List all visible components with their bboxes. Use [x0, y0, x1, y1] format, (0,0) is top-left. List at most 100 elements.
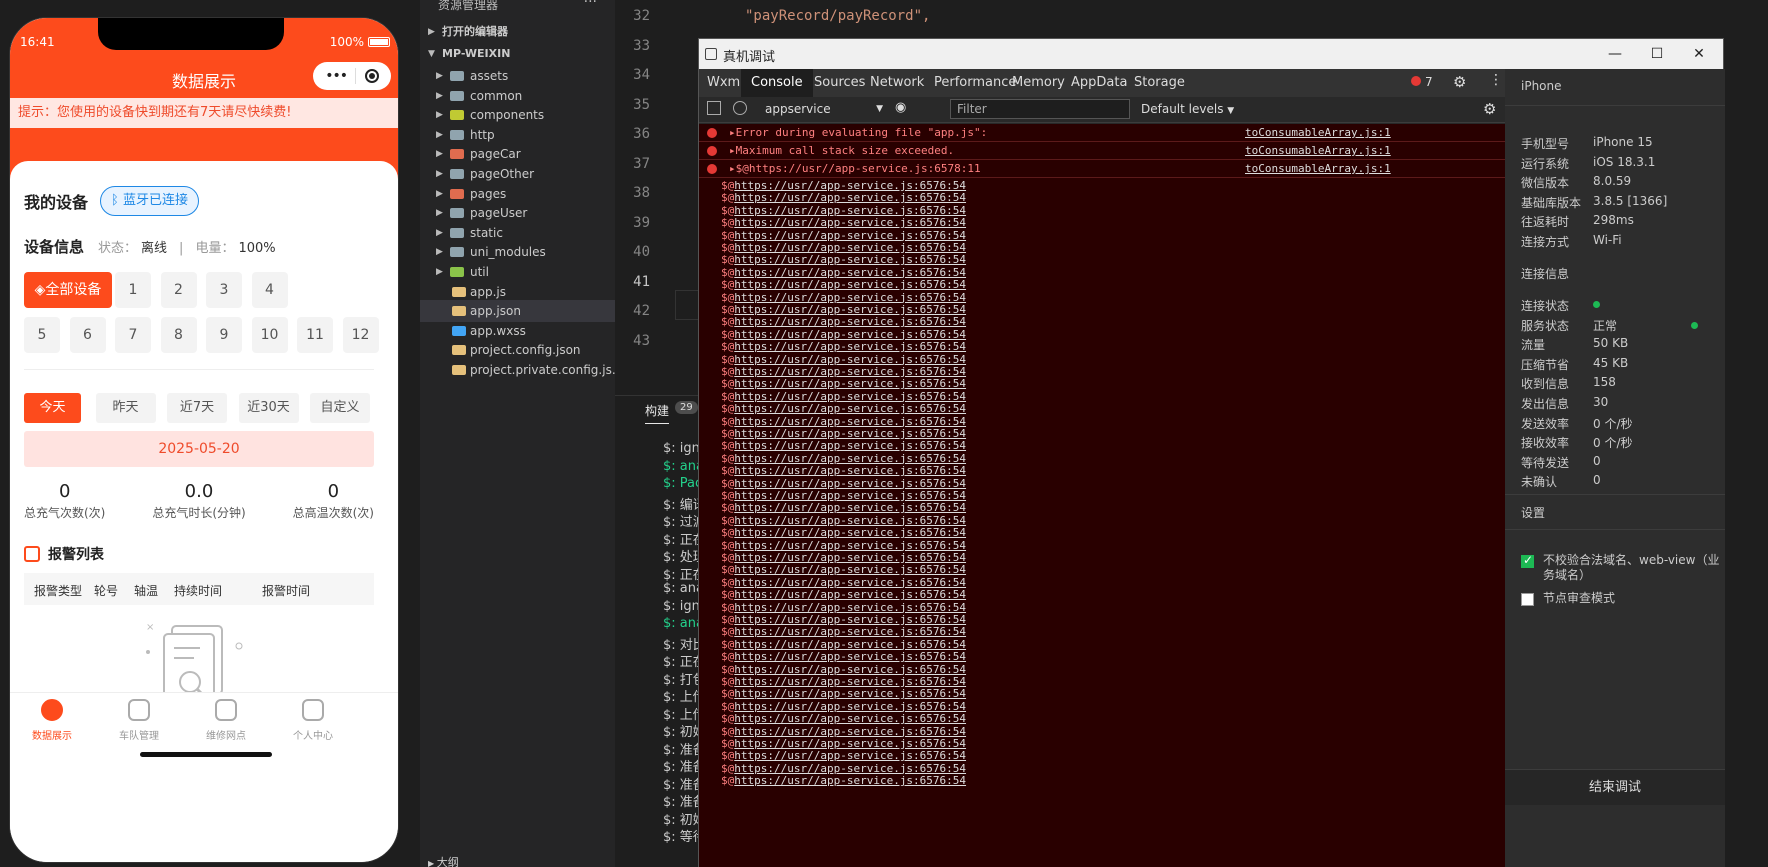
device-button-5[interactable]: 5: [24, 317, 60, 353]
stack-link[interactable]: https://usr//app-service.js:6576:54: [734, 501, 966, 514]
tab-performance[interactable]: Performance: [934, 69, 1016, 97]
stack-link[interactable]: https://usr//app-service.js:6576:54: [734, 464, 966, 477]
stack-link[interactable]: https://usr//app-service.js:6576:54: [734, 415, 966, 428]
stack-link[interactable]: https://usr//app-service.js:6576:54: [734, 663, 966, 676]
sidebar-toggle-icon[interactable]: [707, 101, 721, 115]
selected-date[interactable]: 2025-05-20: [24, 431, 374, 467]
minimize-icon[interactable]: —: [1605, 44, 1625, 64]
device-button-7[interactable]: 7: [115, 317, 151, 353]
stack-link[interactable]: https://usr//app-service.js:6576:54: [734, 526, 966, 539]
maximize-icon[interactable]: ☐: [1647, 44, 1667, 64]
error-source-link[interactable]: toConsumableArray.js:1: [1245, 160, 1391, 178]
device-button-11[interactable]: 11: [297, 317, 333, 353]
stack-link[interactable]: https://usr//app-service.js:6576:54: [734, 489, 966, 502]
error-count-badge[interactable]: 7: [1411, 75, 1433, 89]
stack-link[interactable]: https://usr//app-service.js:6576:54: [734, 278, 966, 291]
device-button-8[interactable]: 8: [160, 317, 197, 353]
stack-link[interactable]: https://usr//app-service.js:6576:54: [734, 737, 966, 750]
tab-network[interactable]: Network: [870, 69, 924, 97]
checkbox-unchecked[interactable]: [1521, 593, 1534, 606]
date-tab-2[interactable]: 近7天: [167, 393, 227, 423]
stack-link[interactable]: https://usr//app-service.js:6576:54: [734, 204, 966, 217]
console-error-row[interactable]: ▸$@https://usr//app-service.js:6578:11 to…: [699, 160, 1505, 178]
clear-console-icon[interactable]: [733, 101, 747, 115]
stack-link[interactable]: https://usr//app-service.js:6576:54: [734, 179, 966, 192]
stack-link[interactable]: https://usr//app-service.js:6576:54: [734, 365, 966, 378]
stack-link[interactable]: https://usr//app-service.js:6576:54: [734, 687, 966, 700]
stack-link[interactable]: https://usr//app-service.js:6576:54: [734, 625, 966, 638]
outline-section[interactable]: ▶ 大纲: [420, 854, 615, 867]
tab-storage[interactable]: Storage: [1134, 69, 1185, 97]
stack-link[interactable]: https://usr//app-service.js:6576:54: [734, 477, 966, 490]
stack-link[interactable]: https://usr//app-service.js:6576:54: [734, 390, 966, 403]
tab-item-1[interactable]: 车队管理: [99, 699, 179, 742]
stack-link[interactable]: https://usr//app-service.js:6576:54: [734, 266, 966, 279]
device-button-6[interactable]: 6: [69, 317, 106, 353]
gear-icon[interactable]: ⚙: [1453, 73, 1466, 91]
context-select[interactable]: appservice ▼: [761, 99, 887, 119]
stack-link[interactable]: https://usr//app-service.js:6576:54: [734, 241, 966, 254]
device-button-4[interactable]: 4: [251, 272, 288, 308]
tab-wxml[interactable]: Wxml: [707, 69, 744, 97]
stack-link[interactable]: https://usr//app-service.js:6576:54: [734, 749, 966, 762]
stack-link[interactable]: https://usr//app-service.js:6576:54: [734, 601, 966, 614]
date-tab-0[interactable]: 今天: [24, 393, 81, 423]
eye-icon[interactable]: ◉: [895, 100, 906, 115]
code-line[interactable]: "payRecord/payRecord",: [745, 8, 930, 24]
more-icon[interactable]: •••: [325, 68, 348, 84]
stack-link[interactable]: https://usr//app-service.js:6576:54: [734, 191, 966, 204]
device-button-2[interactable]: 2: [160, 272, 197, 308]
stack-link[interactable]: https://usr//app-service.js:6576:54: [734, 551, 966, 564]
device-button-9[interactable]: 9: [206, 317, 242, 353]
explorer-more-icon[interactable]: ···: [584, 0, 597, 10]
console-error-row[interactable]: ▸Error during evaluating file "app.js": t…: [699, 124, 1505, 142]
stack-link[interactable]: https://usr//app-service.js:6576:54: [734, 216, 966, 229]
open-editors-section[interactable]: ▶ 打开的编辑器: [420, 21, 615, 43]
console-settings-icon[interactable]: ⚙: [1483, 100, 1496, 118]
close-icon[interactable]: ✕: [1689, 44, 1709, 64]
stack-link[interactable]: https://usr//app-service.js:6576:54: [734, 588, 966, 601]
tab-memory[interactable]: Memory: [1012, 69, 1065, 97]
error-source-link[interactable]: toConsumableArray.js:1: [1245, 124, 1391, 142]
tab-appdata[interactable]: AppData: [1071, 69, 1127, 97]
stack-link[interactable]: https://usr//app-service.js:6576:54: [734, 340, 966, 353]
file-4[interactable]: project.private.config.js...: [420, 359, 615, 381]
stack-link[interactable]: https://usr//app-service.js:6576:54: [734, 712, 966, 725]
stack-link[interactable]: https://usr//app-service.js:6576:54: [734, 253, 966, 266]
error-source-link[interactable]: toConsumableArray.js:1: [1245, 142, 1391, 160]
close-target-icon[interactable]: [364, 69, 379, 83]
stack-link[interactable]: https://usr//app-service.js:6576:54: [734, 303, 966, 316]
filter-input[interactable]: Filter: [950, 99, 1130, 119]
stack-link[interactable]: https://usr//app-service.js:6576:54: [734, 638, 966, 651]
date-tab-4[interactable]: 自定义: [310, 393, 370, 423]
all-devices-button[interactable]: ◈全部设备: [24, 272, 112, 308]
tab-item-0[interactable]: 数据展示: [12, 699, 92, 742]
stack-link[interactable]: https://usr//app-service.js:6576:54: [734, 762, 966, 775]
stack-link[interactable]: https://usr//app-service.js:6576:54: [734, 229, 966, 242]
project-section[interactable]: ▼ MP-WEIXIN: [420, 43, 615, 65]
stack-link[interactable]: https://usr//app-service.js:6576:54: [734, 439, 966, 452]
bluetooth-button[interactable]: ᛒ 蓝牙已连接: [100, 186, 199, 216]
device-button-1[interactable]: 1: [115, 272, 151, 308]
stack-link[interactable]: https://usr//app-service.js:6576:54: [734, 427, 966, 440]
device-button-12[interactable]: 12: [342, 317, 379, 353]
checkbox-checked[interactable]: [1521, 553, 1534, 568]
stack-link[interactable]: https://usr//app-service.js:6576:54: [734, 563, 966, 576]
stack-link[interactable]: https://usr//app-service.js:6576:54: [734, 725, 966, 738]
stack-link[interactable]: https://usr//app-service.js:6576:54: [734, 402, 966, 415]
stack-link[interactable]: https://usr//app-service.js:6576:54: [734, 514, 966, 527]
date-tab-1[interactable]: 昨天: [95, 393, 156, 423]
device-button-3[interactable]: 3: [206, 272, 242, 308]
stack-link[interactable]: https://usr//app-service.js:6576:54: [734, 675, 966, 688]
stack-link[interactable]: https://usr//app-service.js:6576:54: [734, 576, 966, 589]
device-button-10[interactable]: 10: [251, 317, 288, 353]
tab-build[interactable]: 构建: [645, 402, 670, 424]
stack-link[interactable]: https://usr//app-service.js:6576:54: [734, 291, 966, 304]
stack-link[interactable]: https://usr//app-service.js:6576:54: [734, 650, 966, 663]
tab-item-2[interactable]: 维修网点: [186, 699, 266, 742]
console-error-row[interactable]: ▸Maximum call stack size exceeded. toCons…: [699, 142, 1505, 160]
stack-link[interactable]: https://usr//app-service.js:6576:54: [734, 328, 966, 341]
stack-link[interactable]: https://usr//app-service.js:6576:54: [734, 700, 966, 713]
kebab-menu-icon[interactable]: ⋮: [1489, 72, 1503, 88]
stack-link[interactable]: https://usr//app-service.js:6576:54: [734, 377, 966, 390]
